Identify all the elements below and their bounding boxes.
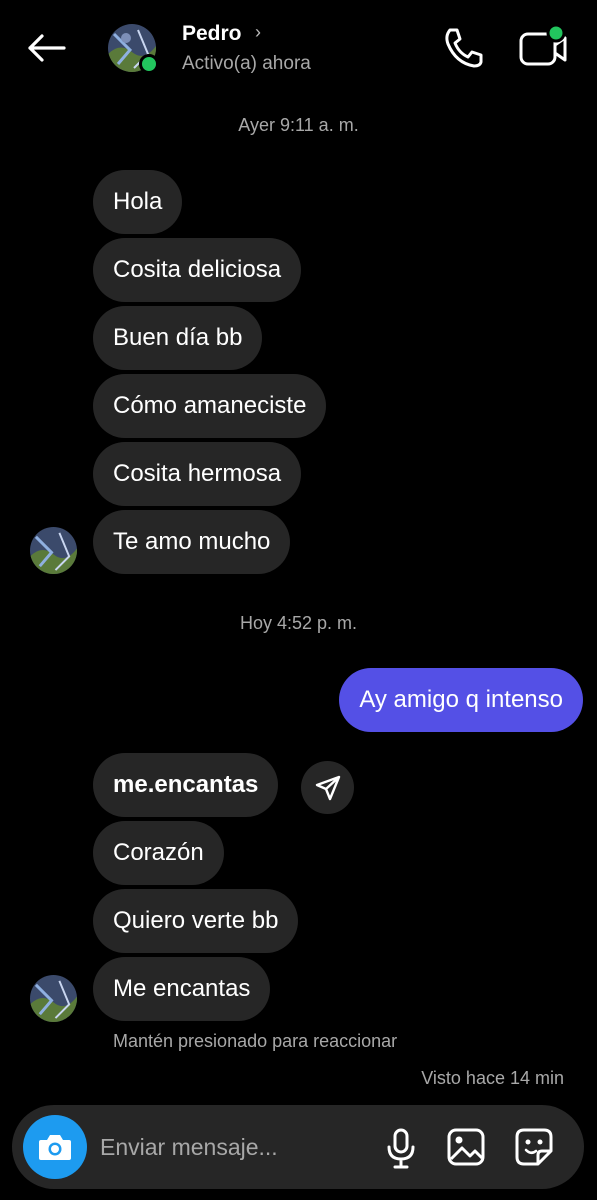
received-message[interactable]: Hola xyxy=(93,170,183,234)
gallery-icon[interactable] xyxy=(446,1127,486,1167)
timestamp: Hoy 4:52 p. m. xyxy=(239,613,358,633)
received-message[interactable]: Quiero verte bb xyxy=(93,889,299,953)
share-icon[interactable] xyxy=(301,761,354,814)
sticker-icon[interactable] xyxy=(514,1127,554,1167)
chat-header: Pedro › Activo(a) ahora xyxy=(0,0,597,100)
seen-status: Visto hace 14 min xyxy=(421,1068,564,1088)
online-indicator xyxy=(139,54,159,74)
sender-avatar[interactable] xyxy=(30,527,77,574)
received-message[interactable]: Corazón xyxy=(93,821,224,885)
timestamp: Ayer 9:11 a. m. xyxy=(238,115,359,135)
video-call-icon[interactable] xyxy=(518,23,568,68)
contact-status: Activo(a) ahora xyxy=(182,53,311,74)
received-message[interactable]: Buen día bb xyxy=(93,306,263,370)
message-input[interactable] xyxy=(100,1127,360,1167)
received-message[interactable]: Cosita deliciosa xyxy=(93,238,302,302)
phone-icon[interactable] xyxy=(440,26,486,68)
contact-name[interactable]: Pedro xyxy=(182,22,242,46)
received-message[interactable]: Te amo mucho xyxy=(93,510,291,574)
received-message[interactable]: Me encantas xyxy=(93,957,271,1021)
chevron-right-icon[interactable]: › xyxy=(255,22,261,43)
received-message[interactable]: Cosita hermosa xyxy=(93,442,302,506)
microphone-icon[interactable] xyxy=(384,1127,418,1169)
reaction-hint: Mantén presionado para reaccionar xyxy=(113,1031,398,1051)
sender-avatar[interactable] xyxy=(30,975,77,1022)
back-arrow-icon[interactable] xyxy=(24,28,68,68)
received-message[interactable]: Cómo amaneciste xyxy=(93,374,327,438)
shared-profile-message[interactable]: me.encantas xyxy=(93,753,279,817)
sent-message[interactable]: Ay amigo q intenso xyxy=(339,668,583,732)
camera-icon[interactable] xyxy=(23,1115,87,1179)
message-composer xyxy=(12,1105,584,1189)
